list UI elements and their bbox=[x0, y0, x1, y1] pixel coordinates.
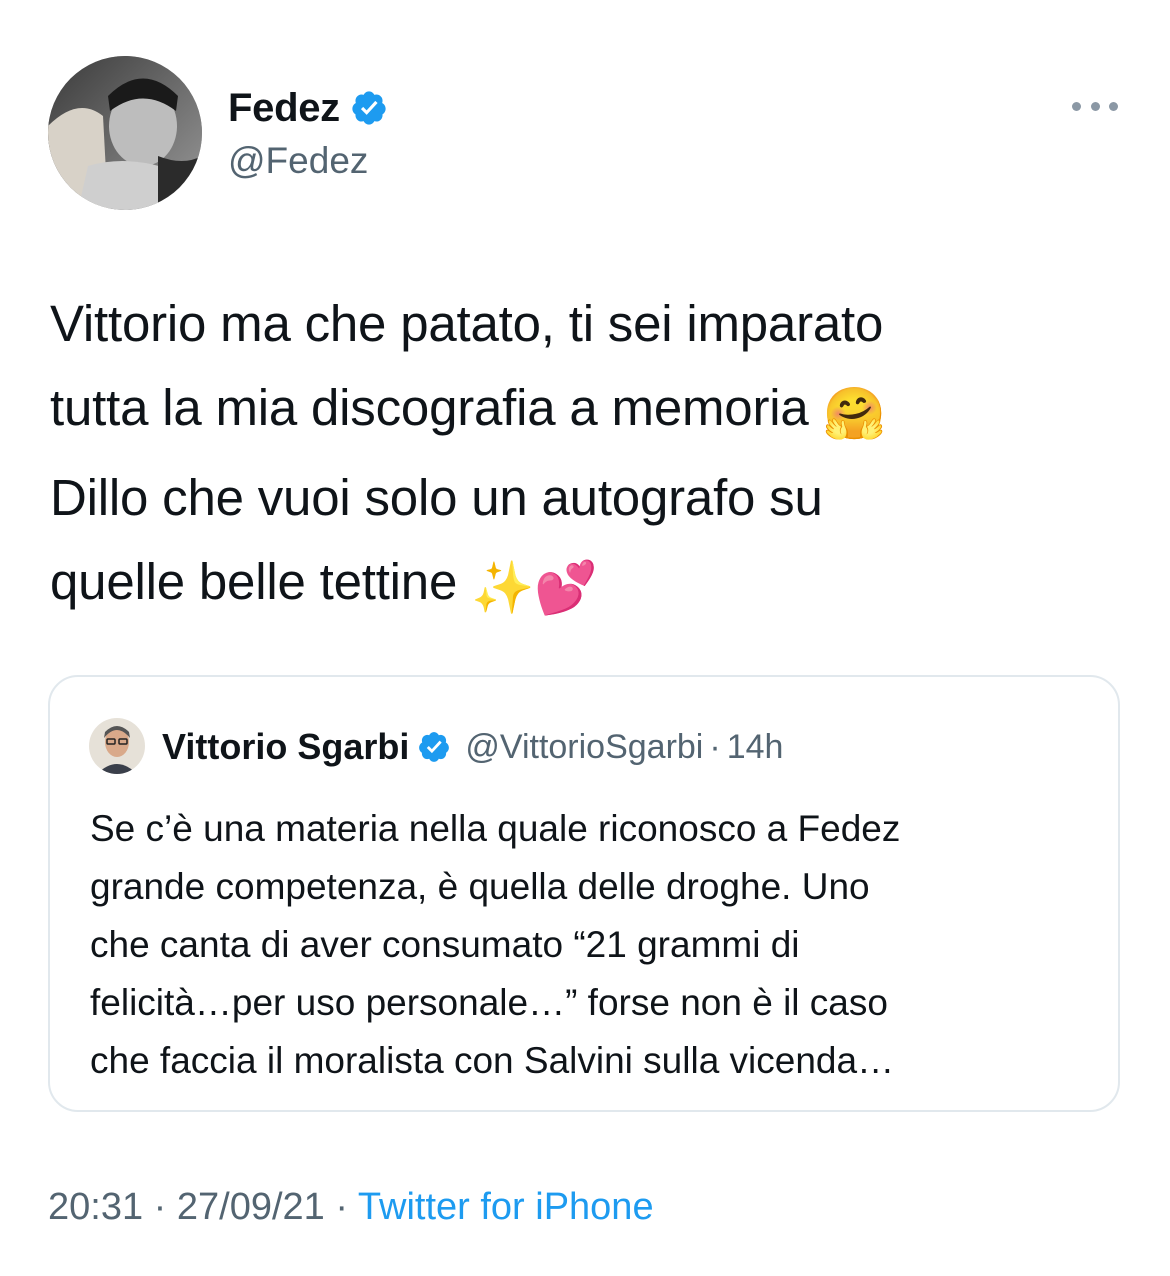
hugging-face-emoji: 🤗 bbox=[822, 385, 887, 442]
tweet-text-line: quelle belle tettine ✨💕 bbox=[50, 540, 1140, 630]
tweet-text-line: Vittorio ma che patato, ti sei imparato bbox=[50, 295, 884, 352]
tweet-text-line-content: quelle belle tettine bbox=[50, 553, 458, 610]
footer-separator: · bbox=[143, 1186, 177, 1228]
quoted-text-line: che canta di aver consumato “21 grammi d… bbox=[90, 924, 800, 965]
quoted-text-line: Se c’è una materia nella quale riconosco… bbox=[90, 808, 901, 849]
verified-badge-icon bbox=[350, 89, 388, 127]
verified-badge-icon bbox=[417, 730, 451, 764]
author-avatar[interactable] bbox=[48, 56, 202, 210]
quoted-author-avatar[interactable] bbox=[89, 718, 145, 774]
tweet-text-line: Dillo che vuoi solo un autografo su bbox=[50, 469, 823, 526]
tweet-text-line: tutta la mia discografia a memoria 🤗 bbox=[50, 366, 1140, 456]
quoted-header: Vittorio Sgarbi @VittorioSgarbi · 14h bbox=[162, 719, 783, 775]
tweet: Fedez @Fedez Vittorio ma che patato, ti … bbox=[0, 0, 1170, 1276]
author-display-name[interactable]: Fedez bbox=[228, 86, 340, 131]
more-options-icon[interactable] bbox=[1072, 96, 1118, 116]
quoted-text-line: grande competenza, è quella delle droghe… bbox=[90, 866, 870, 907]
tweet-source-link[interactable]: Twitter for iPhone bbox=[358, 1186, 654, 1228]
author-handle[interactable]: @Fedez bbox=[228, 140, 368, 182]
quoted-timestamp[interactable]: 14h bbox=[727, 728, 784, 767]
quoted-separator: · bbox=[709, 727, 721, 766]
tweet-time[interactable]: 20:31 bbox=[48, 1186, 143, 1228]
quoted-text-line: felicità…per uso personale…” forse non è… bbox=[90, 982, 888, 1023]
sparkles-two-hearts-emoji: ✨💕 bbox=[471, 559, 598, 616]
quoted-text-line: che faccia il moralista con Salvini sull… bbox=[90, 1040, 895, 1081]
author-name-row[interactable]: Fedez bbox=[228, 82, 388, 134]
quoted-handle[interactable]: @VittorioSgarbi bbox=[465, 728, 703, 767]
tweet-text: Vittorio ma che patato, ti sei imparato … bbox=[50, 282, 1140, 630]
quoted-tweet-card[interactable]: Vittorio Sgarbi @VittorioSgarbi · 14h Se… bbox=[48, 675, 1120, 1112]
tweet-text-line-content: tutta la mia discografia a memoria bbox=[50, 379, 809, 436]
footer-separator: · bbox=[324, 1186, 358, 1228]
tweet-footer: 20:31 · 27/09/21 · Twitter for iPhone bbox=[48, 1186, 654, 1229]
quoted-text: Se c’è una materia nella quale riconosco… bbox=[90, 800, 1100, 1090]
tweet-date[interactable]: 27/09/21 bbox=[177, 1186, 325, 1228]
quoted-display-name[interactable]: Vittorio Sgarbi bbox=[162, 726, 409, 768]
